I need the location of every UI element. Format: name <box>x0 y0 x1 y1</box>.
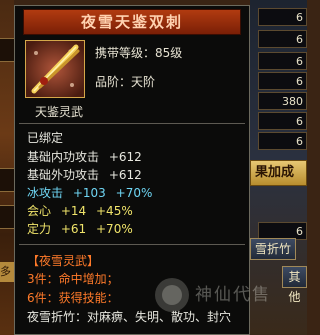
stat-value: +14 <box>60 204 87 218</box>
stat-row: 基础外功攻击 +612 <box>27 166 142 183</box>
divider <box>19 244 245 245</box>
stat-row: 冰攻击 +103 +70% <box>27 184 152 201</box>
bonus-banner: 果加成 <box>250 160 307 186</box>
set-skill: 夜雪折竹：对麻痹、失明、散功、封穴 <box>27 310 232 324</box>
background-left-panel <box>0 0 14 335</box>
set-bonus-3: 3件：命中增加； <box>27 272 119 286</box>
stat-value: 6 <box>258 52 307 70</box>
stat-extra: +70% <box>115 186 153 200</box>
background-left-slot <box>0 205 14 229</box>
set-name: 【夜雪灵武】 <box>27 254 100 268</box>
stat-value: +612 <box>108 168 142 182</box>
divider <box>19 123 245 124</box>
stat-label: 冰攻击 <box>27 186 64 200</box>
set-bonus-6: 6件：获得技能： <box>27 291 119 305</box>
stat-label: 定力 <box>27 222 52 236</box>
carry-level: 携带等级：85级 <box>95 46 183 60</box>
bound-status: 已绑定 <box>27 131 64 145</box>
stat-value: +61 <box>60 222 87 236</box>
stat-row: 会心 +14 +45% <box>27 202 133 219</box>
stat-row: 定力 +61 +70% <box>27 220 133 237</box>
stat-value: +612 <box>108 150 142 164</box>
watermark-text: 神仙代售 <box>195 285 271 305</box>
stat-value: 6 <box>258 112 307 130</box>
background-left-button[interactable]: 多练 <box>0 262 14 282</box>
stat-extra: +70% <box>96 222 133 236</box>
other-button[interactable]: 其他 <box>282 266 307 304</box>
stat-value: 6 <box>258 72 307 90</box>
weapon-icon <box>25 40 85 98</box>
item-quality: 品阶：天阶 <box>95 75 156 89</box>
stat-value: 6 <box>258 8 307 26</box>
stat-value: 6 <box>258 30 307 48</box>
stat-label: 基础内功攻击 <box>27 150 100 164</box>
stat-value: +103 <box>72 186 106 200</box>
background-left-slot <box>0 168 14 192</box>
stat-value: 380 <box>258 92 307 110</box>
background-left-slot <box>0 38 14 62</box>
stat-row: 基础内功攻击 +612 <box>27 148 142 165</box>
folding-bamboo-button[interactable]: 雪折竹 <box>250 238 296 260</box>
stat-extra: +45% <box>96 204 133 218</box>
stat-label: 基础外功攻击 <box>27 168 100 182</box>
stat-label: 会心 <box>27 204 52 218</box>
stat-value: 6 <box>258 132 307 150</box>
item-title: 夜雪天鉴双刺 <box>23 9 241 35</box>
dual-blade-icon <box>26 41 84 97</box>
item-name: 天鉴灵武 <box>35 105 84 119</box>
